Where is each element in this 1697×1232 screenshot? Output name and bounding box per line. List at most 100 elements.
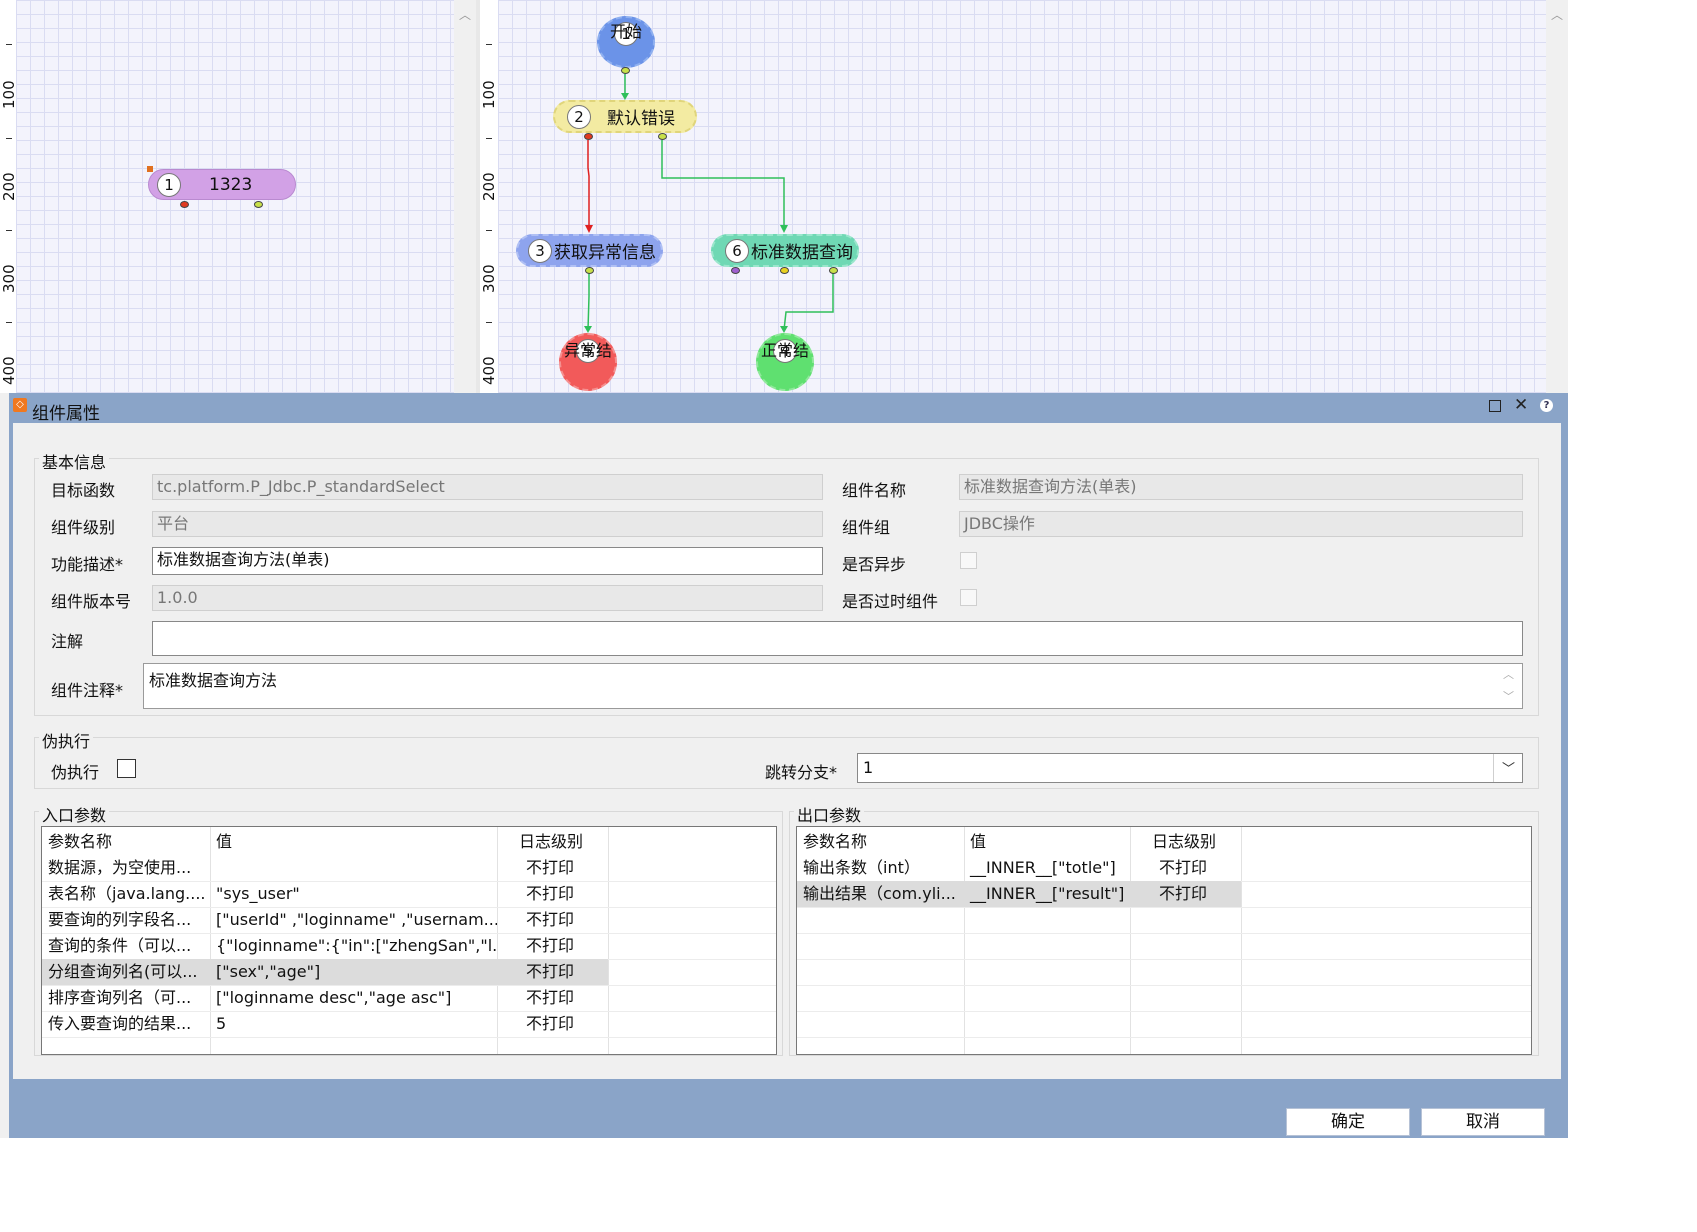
column-header[interactable]: 值	[210, 829, 497, 855]
yellow-port[interactable]	[780, 267, 789, 274]
start-output-port[interactable]	[621, 67, 630, 74]
annotation-input[interactable]	[152, 621, 1523, 656]
ok-button[interactable]: 确定	[1286, 1108, 1410, 1136]
component-version-field[interactable]: 1.0.0	[152, 585, 823, 611]
table-row-selected[interactable]: 分组查询列名(可以... ["sex","age"] 不打印	[42, 959, 608, 985]
node-label: 获取异常信息	[554, 243, 656, 263]
param-name-cell: 传入要查询的结果...	[48, 1014, 192, 1033]
scroll-up-icon[interactable]: ︿	[1503, 666, 1514, 682]
fake-execution-checkbox[interactable]	[117, 759, 136, 778]
jump-branch-select[interactable]: 1 ﹀	[857, 753, 1523, 783]
obsolete-checkbox[interactable]	[960, 589, 977, 606]
close-icon[interactable]: ✕	[1514, 395, 1528, 415]
main-flow-canvas[interactable]: 1 开始 2 默认错误 3 获取异常信息 6 标准数据查询 5 异常结 4 正常…	[498, 0, 1546, 393]
function-description-input[interactable]: 标准数据查询方法(单表)	[152, 547, 823, 575]
error-port[interactable]	[584, 133, 593, 140]
param-name-cell: 分组查询列名(可以...	[48, 962, 198, 981]
error-port[interactable]	[180, 201, 189, 208]
flow-connectors	[584, 74, 834, 333]
log-level-cell: 不打印	[1159, 858, 1208, 877]
async-label: 是否异步	[842, 555, 907, 574]
cancel-button[interactable]: 取消	[1421, 1108, 1545, 1136]
flow-node-get-exception[interactable]: 3 获取异常信息	[516, 234, 663, 267]
param-value-cell: ["userId" ,"loginname" ,"usernam...	[216, 910, 497, 929]
scroll-up-icon[interactable]: ︿	[459, 6, 471, 23]
log-level-cell: 不打印	[526, 936, 575, 955]
flow-node-1323[interactable]: 1 1323	[148, 169, 296, 200]
success-port[interactable]	[658, 133, 667, 140]
left-flow-canvas[interactable]: 1 1323	[16, 0, 454, 393]
log-level-cell: 不打印	[526, 988, 575, 1007]
flow-node-abnormal-end[interactable]: 5 异常结	[559, 333, 617, 391]
column-header[interactable]: 参数名称	[797, 829, 964, 855]
log-level-cell: 不打印	[526, 910, 575, 929]
help-icon[interactable]: ?	[1540, 399, 1553, 412]
flow-node-standard-query[interactable]: 6 标准数据查询	[711, 234, 859, 267]
ruler-label: 400	[480, 356, 498, 386]
success-port[interactable]	[829, 267, 838, 274]
table-row-selected[interactable]: 输出结果（com.yli... __INNER__["result"] 不打印	[797, 881, 1241, 907]
log-level-cell: 不打印	[526, 858, 575, 877]
component-version-label: 组件版本号	[51, 592, 132, 611]
chevron-down-icon[interactable]: ﹀	[1502, 758, 1515, 777]
component-level-field[interactable]: 平台	[152, 511, 823, 537]
obsolete-label: 是否过时组件	[842, 592, 939, 611]
flow-node-normal-end[interactable]: 4 正常结	[756, 333, 814, 391]
fake-execution-label: 伪执行	[51, 763, 100, 782]
purple-port[interactable]	[731, 267, 740, 274]
hidden-left-ruler	[0, 393, 9, 1138]
log-level-cell: 不打印	[1159, 884, 1208, 903]
output-params-table[interactable]: 参数名称 值 日志级别 输出条数（int） __INNER__["totle"]…	[796, 826, 1532, 1055]
connector-query-to-normal	[783, 272, 834, 331]
scroll-down-icon[interactable]: ﹀	[1503, 688, 1514, 704]
param-name-cell: 输出条数（int）	[803, 858, 920, 877]
component-name-field[interactable]: 标准数据查询方法(单表)	[959, 474, 1523, 500]
annotation-label: 注解	[51, 632, 84, 651]
node-label: 异常结	[563, 341, 612, 360]
input-params-table[interactable]: 参数名称 值 日志级别 数据源，为空使用... 不打印 表名称（java.lan…	[41, 826, 777, 1055]
column-header[interactable]: 值	[964, 829, 1130, 855]
column-header[interactable]: 参数名称	[42, 829, 210, 855]
param-value-cell	[210, 855, 497, 881]
left-scrollbar[interactable]: ︿	[454, 0, 476, 393]
param-value-cell: ["sex","age"]	[216, 962, 321, 981]
param-name-cell: 输出结果（com.yli...	[803, 884, 956, 903]
comment-text: 标准数据查询方法	[149, 671, 278, 690]
right-vertical-ruler: 100 200 300 400	[480, 0, 498, 393]
table-row[interactable]: 输出条数（int） __INNER__["totle"] 不打印	[797, 855, 1531, 881]
table-row[interactable]: 数据源，为空使用... 不打印	[42, 855, 776, 881]
ruler-label: 300	[480, 264, 498, 294]
table-row[interactable]: 查询的条件（可以... {"loginname":{"in":["zhengSa…	[42, 933, 776, 959]
basic-info-legend: 基本信息	[39, 449, 110, 473]
node-number: 6	[725, 238, 749, 263]
component-comment-label: 组件注释*	[51, 681, 124, 700]
table-row[interactable]: 表名称（java.lang.... "sys_user" 不打印	[42, 881, 776, 907]
dialog-body: 基本信息 目标函数 tc.platform.P_Jdbc.P_standardS…	[13, 423, 1561, 1079]
ruler-label: 200	[480, 172, 498, 202]
component-comment-textarea[interactable]: 标准数据查询方法 ︿ ﹀	[143, 663, 1523, 709]
success-port[interactable]	[585, 267, 594, 274]
dropdown-divider	[1493, 754, 1494, 782]
async-checkbox[interactable]	[960, 552, 977, 569]
success-port[interactable]	[254, 201, 263, 208]
node-label: 正常结	[760, 341, 809, 360]
target-function-field[interactable]: tc.platform.P_Jdbc.P_standardSelect	[152, 474, 823, 500]
right-scrollbar[interactable]: ︿	[1546, 0, 1568, 393]
component-group-field[interactable]: JDBC操作	[959, 511, 1523, 537]
flow-node-start[interactable]: 1 开始	[597, 16, 655, 68]
flow-node-default-error[interactable]: 2 默认错误	[553, 100, 697, 133]
column-header[interactable]: 日志级别	[497, 829, 608, 855]
jump-branch-label: 跳转分支*	[765, 763, 838, 782]
table-row[interactable]: 要查询的列字段名... ["userId" ,"loginname" ,"use…	[42, 907, 776, 933]
table-row[interactable]: 排序查询列名（可... ["loginname desc","age asc"]…	[42, 985, 776, 1011]
maximize-icon[interactable]	[1489, 400, 1501, 412]
table-row[interactable]: 传入要查询的结果... 5 不打印	[42, 1011, 776, 1037]
param-name-cell: 数据源，为空使用...	[48, 858, 192, 877]
column-header[interactable]: 日志级别	[1130, 829, 1241, 855]
connector-default-to-query	[661, 140, 785, 230]
output-params-legend: 出口参数	[794, 802, 865, 826]
dialog-title: 组件属性	[32, 404, 100, 424]
component-group-label: 组件组	[842, 518, 891, 537]
scroll-up-icon[interactable]: ︿	[1551, 6, 1563, 23]
node-number: 2	[567, 104, 591, 129]
